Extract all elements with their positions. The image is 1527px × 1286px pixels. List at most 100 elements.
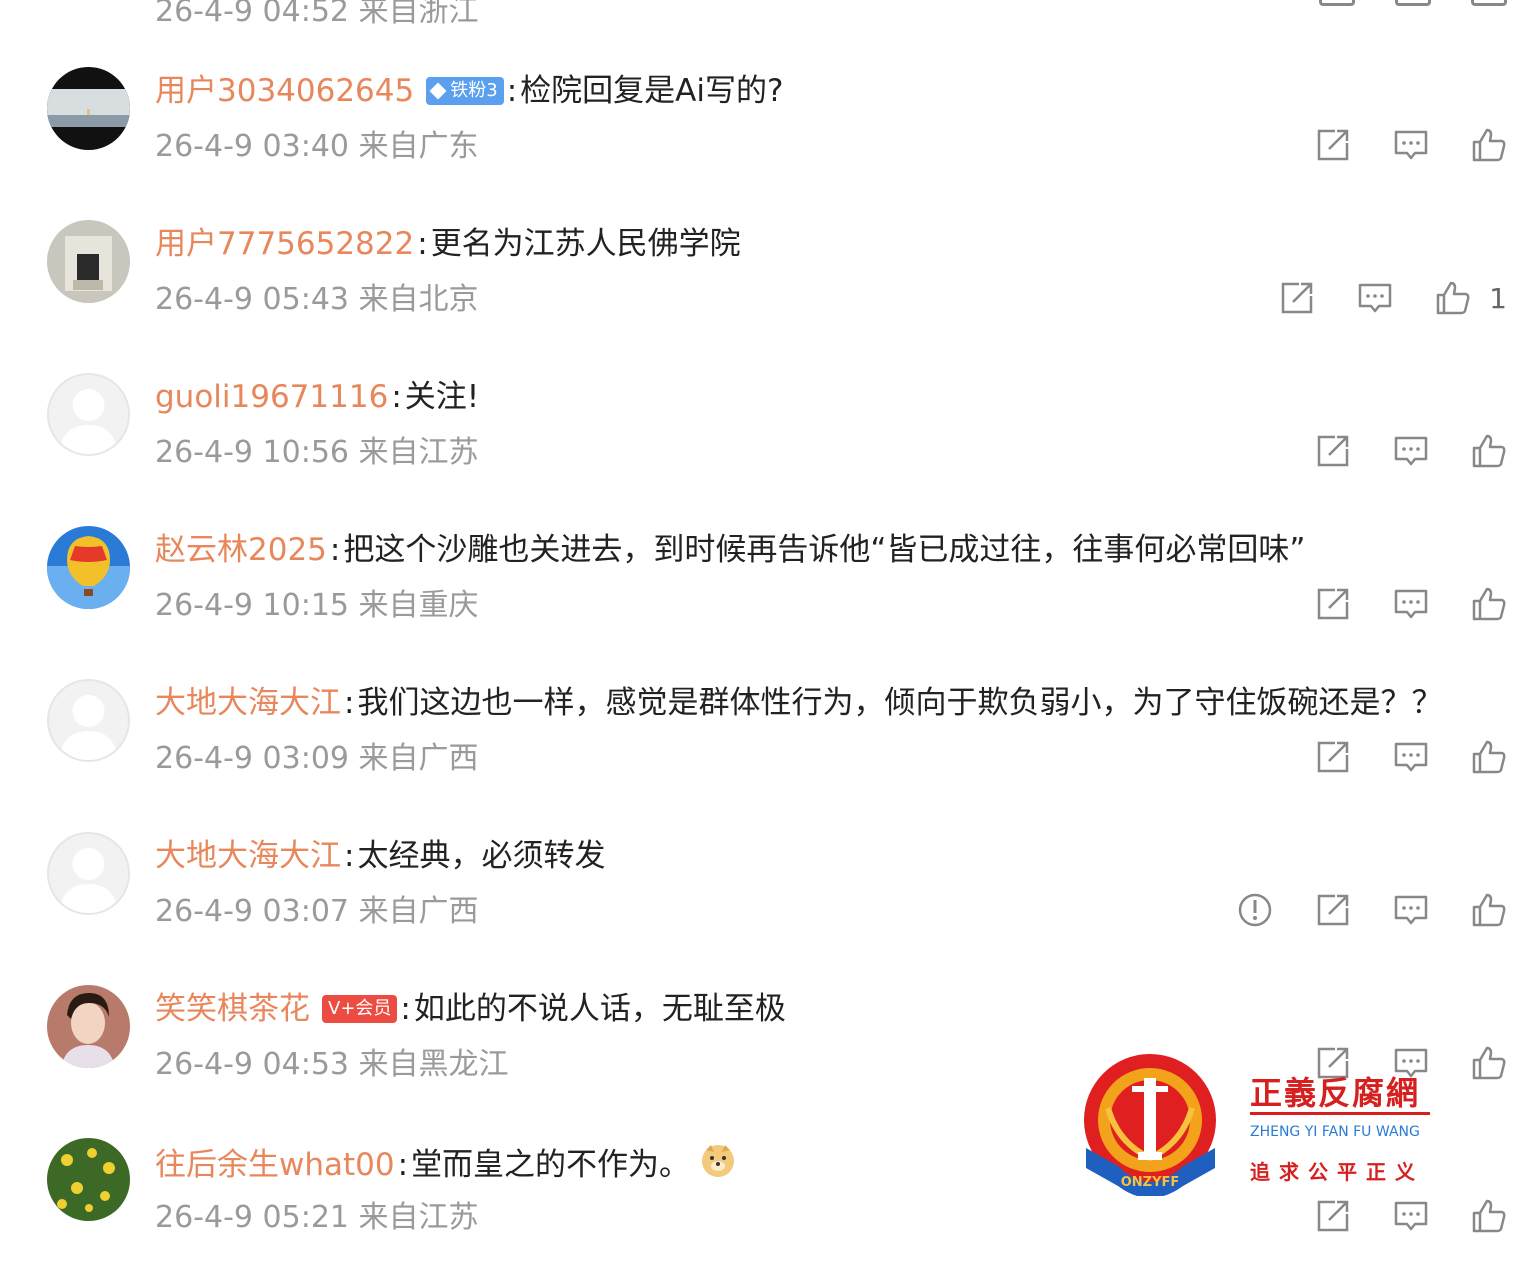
comment-meta: 26-4-9 10:15 来自重庆 xyxy=(155,586,479,626)
share-icon[interactable] xyxy=(1315,586,1351,622)
partial-comment-meta: 26-4-9 04:52 来自浙江 xyxy=(155,0,479,29)
comment-meta: 26-4-9 03:07 来自广西 xyxy=(155,892,479,932)
thumbs-up-icon[interactable] xyxy=(1471,433,1507,469)
report-icon[interactable] xyxy=(1237,892,1273,928)
avatar[interactable] xyxy=(47,373,130,456)
like-button[interactable] xyxy=(1471,586,1507,622)
comment-text: 关注! xyxy=(404,379,480,415)
like-count: 1 xyxy=(1489,281,1507,315)
comment-username[interactable]: 大地大海大江 xyxy=(155,683,341,723)
comment-icon[interactable] xyxy=(1393,892,1429,928)
thumbs-up-icon[interactable] xyxy=(1471,739,1507,775)
doge-emoji-icon xyxy=(690,1142,736,1188)
thumbs-up-icon[interactable] xyxy=(1471,1198,1507,1234)
watermark-logo: ONZYFF xyxy=(1084,1054,1216,1196)
comment-body: 往后余生what00: 堂而皇之的不作为。 xyxy=(155,1142,736,1188)
comment-location: 来自江苏 xyxy=(358,435,479,470)
share-icon[interactable] xyxy=(1315,433,1351,469)
comment-body: 赵云林2025: 把这个沙雕也关进去，到时候再告诉他“皆已成过往，往事何必常回味” xyxy=(155,530,1305,570)
comment-meta: 26-4-9 05:43 来自北京 xyxy=(155,280,479,320)
comment-icon[interactable] xyxy=(1393,127,1429,163)
comment-body: 大地大海大江: 我们这边也一样，感觉是群体性行为，倾向于欺负弱小，为了守住饭碗还是… xyxy=(155,683,1442,723)
avatar[interactable] xyxy=(47,832,130,915)
comment-icon[interactable] xyxy=(1393,433,1429,469)
comment-time: 26-4-9 05:43 xyxy=(155,282,349,317)
comment-actions xyxy=(1237,888,1507,932)
comment-time: 26-4-9 03:40 xyxy=(155,129,349,164)
comment-username[interactable]: 用户7775652822 xyxy=(155,224,414,264)
thumbs-up-icon[interactable] xyxy=(1471,0,1507,6)
watermark-pinyin: ZHENG YI FAN FU WANG xyxy=(1250,1124,1420,1140)
watermark-slogan: 追求公平正义 xyxy=(1250,1160,1424,1184)
comment-body: 笑笑棋茶花 V+会员: 如此的不说人话，无耻至极 xyxy=(155,989,786,1029)
comment-item: 大地大海大江: 太经典，必须转发 26-4-9 03:07 来自广西 xyxy=(0,832,1527,985)
avatar[interactable] xyxy=(47,67,130,150)
comment-username[interactable]: 大地大海大江 xyxy=(155,836,341,876)
comment-icon[interactable] xyxy=(1393,739,1429,775)
comment-username[interactable]: 往后余生what00 xyxy=(155,1145,395,1185)
comment-actions xyxy=(1315,429,1507,473)
comment-item: 用户3034062645 铁粉3: 检院回复是Ai写的? 26-4-9 03:40 来… xyxy=(0,67,1527,220)
comment-username[interactable]: 笑笑棋茶花 xyxy=(155,989,310,1029)
comment-icon[interactable] xyxy=(1357,280,1393,316)
like-button[interactable] xyxy=(1471,433,1507,469)
comment-colon: : xyxy=(400,991,411,1027)
user-badge-label: 铁粉3 xyxy=(450,80,498,101)
avatar[interactable] xyxy=(47,985,130,1068)
share-icon[interactable] xyxy=(1315,127,1351,163)
watermark-logo-text: ONZYFF xyxy=(1121,1175,1180,1190)
comment-colon: : xyxy=(344,685,355,721)
comment-text: 如此的不说人话，无耻至极 xyxy=(413,991,786,1027)
share-icon[interactable] xyxy=(1315,892,1351,928)
comment-location: 来自广西 xyxy=(358,741,479,776)
like-button[interactable] xyxy=(1471,1198,1507,1234)
user-badge-label: V+会员 xyxy=(328,998,392,1019)
thumbs-up-icon[interactable] xyxy=(1471,127,1507,163)
avatar[interactable] xyxy=(47,1138,130,1221)
comment-meta: 26-4-9 10:56 来自江苏 xyxy=(155,433,479,473)
comment-colon: : xyxy=(417,226,428,262)
comment-actions xyxy=(1315,582,1507,626)
comment-time: 26-4-9 05:21 xyxy=(155,1200,349,1235)
share-icon[interactable] xyxy=(1319,0,1355,6)
user-badge[interactable]: V+会员 xyxy=(322,995,398,1023)
comment-item: guoli19671116: 关注! 26-4-9 10:56 来自江苏 xyxy=(0,373,1527,526)
comment-meta: 26-4-9 03:40 来自广东 xyxy=(155,127,479,167)
comment-text: 更名为江苏人民佛学院 xyxy=(430,226,741,262)
comment-username[interactable]: 赵云林2025 xyxy=(155,530,327,570)
share-icon[interactable] xyxy=(1279,280,1315,316)
avatar[interactable] xyxy=(47,220,130,303)
thumbs-up-icon[interactable] xyxy=(1471,586,1507,622)
thumbs-up-icon[interactable] xyxy=(1471,892,1507,928)
avatar[interactable] xyxy=(47,526,130,609)
comment-username[interactable]: guoli19671116 xyxy=(155,377,388,417)
share-icon[interactable] xyxy=(1315,1198,1351,1234)
comment-text: 检院回复是Ai写的? xyxy=(520,73,784,109)
like-button[interactable] xyxy=(1471,739,1507,775)
share-icon[interactable] xyxy=(1315,739,1351,775)
comment-icon[interactable] xyxy=(1395,0,1431,6)
comment-actions xyxy=(1315,1194,1507,1238)
like-button[interactable] xyxy=(1471,892,1507,928)
comment-body: 用户3034062645 铁粉3: 检院回复是Ai写的? xyxy=(155,71,783,111)
comment-time: 26-4-9 10:15 xyxy=(155,588,349,623)
comment-actions xyxy=(1315,735,1507,779)
like-button[interactable] xyxy=(1471,127,1507,163)
comment-icon[interactable] xyxy=(1393,586,1429,622)
watermark-title: 正義反腐網 xyxy=(1250,1074,1421,1112)
like-button[interactable] xyxy=(1471,1045,1507,1081)
comment-username[interactable]: 用户3034062645 xyxy=(155,71,414,111)
comment-actions: 1 xyxy=(1279,276,1507,320)
thumbs-up-icon[interactable] xyxy=(1471,1045,1507,1081)
comment-location: 来自重庆 xyxy=(358,588,479,623)
comment-icon[interactable] xyxy=(1393,1198,1429,1234)
comment-location: 来自广东 xyxy=(358,129,479,164)
thumbs-up-icon[interactable] xyxy=(1435,280,1471,316)
avatar[interactable] xyxy=(47,679,130,762)
comment-item: 用户7775652822: 更名为江苏人民佛学院 26-4-9 05:43 来自北京… xyxy=(0,220,1527,373)
comment-actions xyxy=(1315,123,1507,167)
watermark: ONZYFF 正義反腐網 ZHENG YI FAN FU WANG 追求公平正义 xyxy=(1078,1048,1438,1198)
user-badge[interactable]: 铁粉3 xyxy=(426,77,504,105)
comment-time: 26-4-9 10:56 xyxy=(155,435,349,470)
like-button[interactable]: 1 xyxy=(1435,280,1507,316)
